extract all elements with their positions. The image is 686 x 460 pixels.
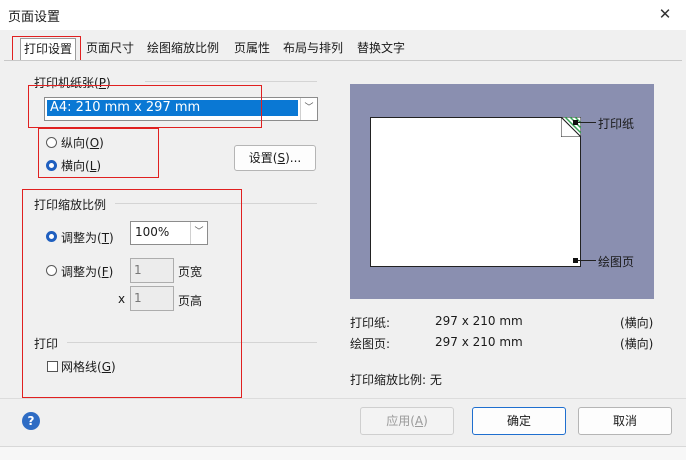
scale-percent-select[interactable]: 100% ﹀ [130,221,208,245]
background-app-strip [0,446,686,460]
cancel-button[interactable]: 取消 [578,407,672,435]
portrait-radio[interactable] [46,137,57,148]
chevron-down-icon[interactable]: ﹀ [190,222,207,244]
pages-wide-unit: 页宽 [178,265,203,279]
adjust-to-label: 调整为(T) [61,231,114,245]
close-icon[interactable]: ✕ [656,5,674,23]
dialog-title: 页面设置 [8,10,61,25]
info-drawing-orientation: (横向) [620,337,654,351]
ok-button[interactable]: 确定 [472,407,566,435]
info-paper-label: 打印纸: [350,316,391,330]
pages-wide-input[interactable]: 1 [130,258,174,283]
landscape-label: 横向(L) [61,159,102,173]
info-drawing-label: 绘图页: [350,337,391,351]
callout-line [578,122,596,123]
footer-divider [0,398,686,399]
printer-paper-section-label: 打印机纸张(P) [34,76,111,90]
setup-button[interactable]: 设置(S)... [234,145,316,171]
pages-high-input[interactable]: 1 [130,286,174,311]
paper-size-select[interactable]: A4: 210 mm x 297 mm ﹀ [44,97,318,121]
tab-layout-routing[interactable]: 布局与排列 [280,38,346,59]
gridlines-label: 网格线(G) [61,360,116,374]
print-section-label: 打印 [34,337,59,351]
info-paper-orientation: (横向) [620,316,654,330]
adjust-to-radio[interactable] [46,231,57,242]
help-icon: ? [22,412,40,430]
tab-print-settings[interactable]: 打印设置 [20,38,77,61]
info-scale: 打印缩放比例: 无 [350,373,442,387]
help-button[interactable]: ? [22,412,42,432]
section-divider [145,81,317,82]
pages-high-unit: 页高 [178,294,203,308]
tab-page-properties[interactable]: 页属性 [231,38,273,59]
apply-button[interactable]: 应用(A) [360,407,454,435]
landscape-radio[interactable] [46,160,57,171]
preview-paper [370,117,581,267]
paper-corner-icon [561,117,581,137]
fit-to-radio[interactable] [46,265,57,276]
portrait-label: 纵向(O) [61,136,104,150]
preview-paper-label: 打印纸 [598,117,635,131]
section-divider [115,203,317,204]
title-bar [0,0,686,30]
tab-alt-text[interactable]: 替换文字 [354,38,408,59]
section-divider [67,342,317,343]
info-drawing-value: 297 x 210 mm [435,335,523,349]
print-scale-section-label: 打印缩放比例 [34,198,107,212]
paper-size-value: A4: 210 mm x 297 mm [47,100,298,116]
callout-line [578,260,596,261]
scale-percent-value: 100% [135,225,170,239]
gridlines-checkbox[interactable] [47,361,58,372]
info-paper-value: 297 x 210 mm [435,314,523,328]
preview-drawing-label: 绘图页 [598,255,635,269]
chevron-down-icon[interactable]: ﹀ [300,98,317,120]
times-symbol: x [118,292,126,306]
fit-to-label: 调整为(F) [61,265,114,279]
tab-drawing-scale[interactable]: 绘图缩放比例 [144,38,222,59]
tab-page-size[interactable]: 页面尺寸 [83,38,137,59]
tab-strip: 打印设置 页面尺寸 绘图缩放比例 页属性 布局与排列 替换文字 [0,38,686,61]
